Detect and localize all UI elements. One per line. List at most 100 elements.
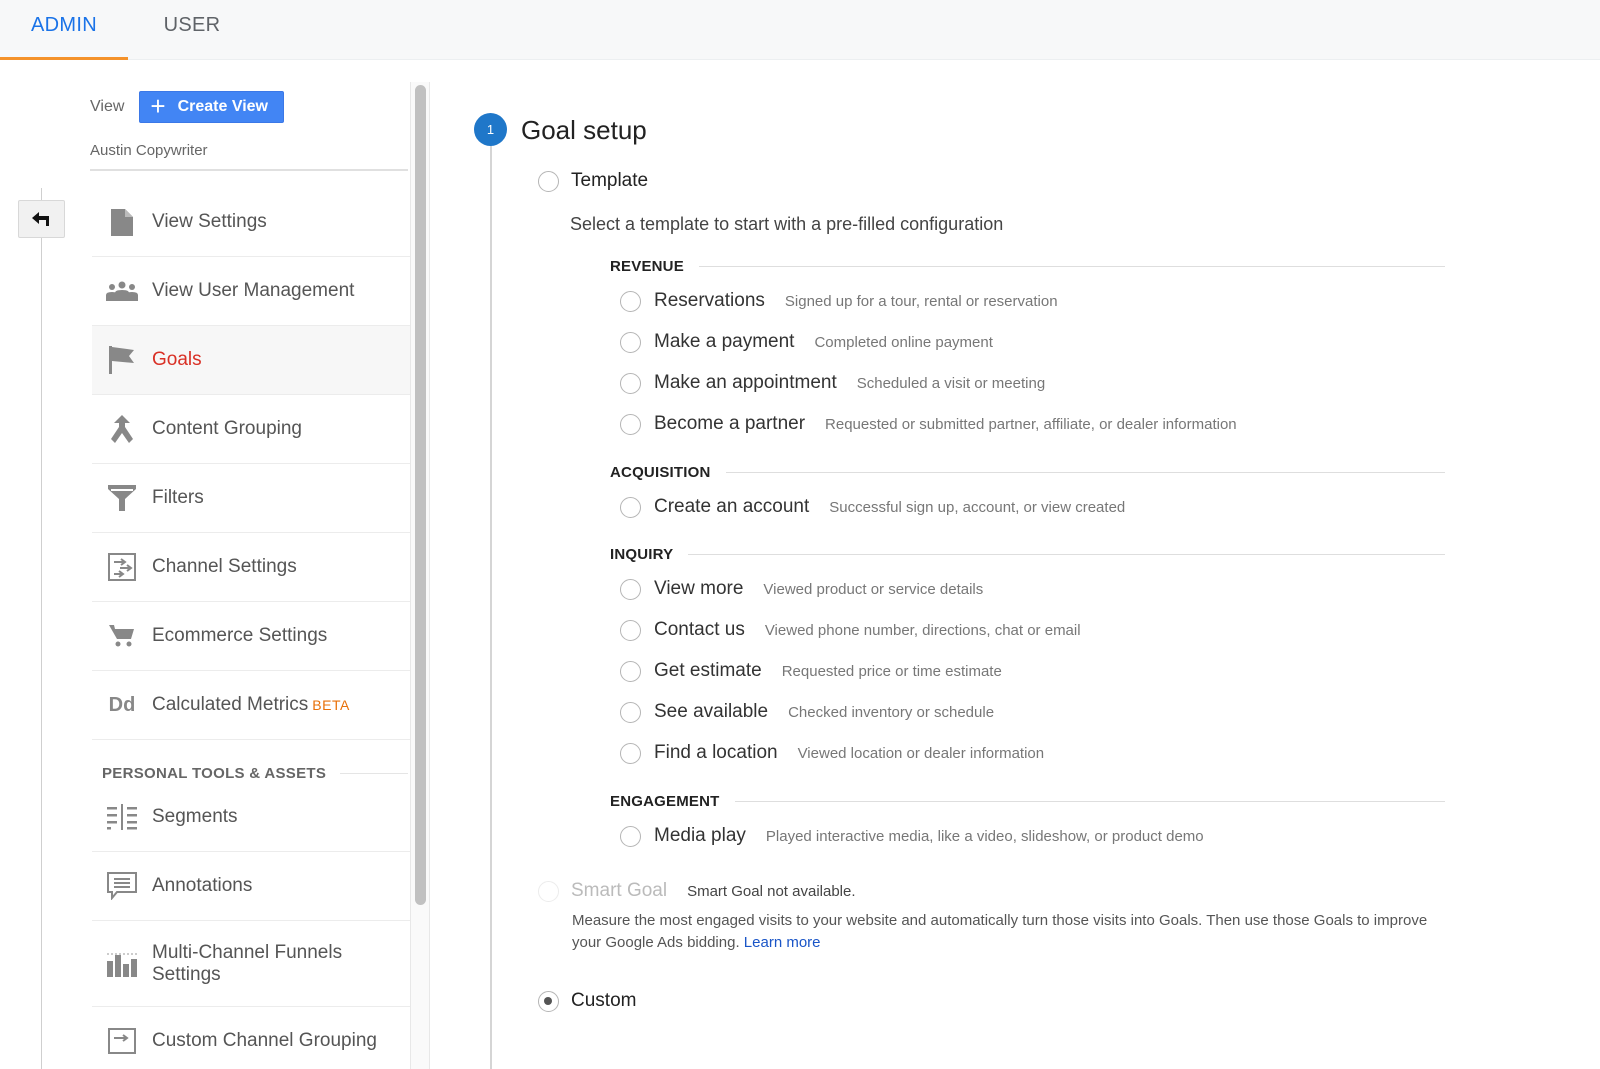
radio[interactable] <box>620 496 641 518</box>
beta-badge: BETA <box>312 697 350 713</box>
template-become-a-partner[interactable]: Become a partner Requested or submitted … <box>620 411 1237 437</box>
smart-goal-description-text: Measure the most engaged visits to your … <box>572 912 1428 951</box>
category-acquisition: ACQUISITION <box>610 464 1445 481</box>
section-title: PERSONAL TOOLS & ASSETS <box>102 765 327 782</box>
template-desc: Requested price or time estimate <box>781 662 1002 680</box>
sidebar-item-segments[interactable]: Segments <box>92 783 410 852</box>
template-make-an-appointment[interactable]: Make an appointment Scheduled a visit or… <box>620 370 1045 396</box>
custom-option[interactable]: Custom <box>538 990 636 1012</box>
personal-tools-heading: PERSONAL TOOLS & ASSETS <box>102 765 408 782</box>
sidebar-item-label: Multi-Channel Funnels Settings <box>152 941 343 985</box>
template-desc: Viewed location or dealer information <box>797 744 1045 762</box>
template-create-an-account[interactable]: Create an account Successful sign up, ac… <box>620 494 1125 520</box>
category-engagement: ENGAGEMENT <box>610 793 1445 810</box>
template-label: Get estimate <box>654 660 762 681</box>
sidebar-item-view-user-management[interactable]: View User Management <box>92 257 410 326</box>
sidebar-item-channel-settings[interactable]: Channel Settings <box>92 533 410 602</box>
sidebar-item-label: Channel Settings <box>152 556 297 577</box>
template-label: Make an appointment <box>654 372 837 393</box>
bar-chart-icon <box>92 951 152 977</box>
template-label: Media play <box>654 825 746 846</box>
dd-icon: Dd <box>108 693 136 716</box>
sidebar-item-label: View Settings <box>152 211 267 232</box>
funnel-icon <box>92 485 152 511</box>
step-number-badge: 1 <box>474 113 507 146</box>
template-desc: Viewed phone number, directions, chat or… <box>764 621 1081 639</box>
sidebar-item-multi-channel-funnels-settings[interactable]: Multi-Channel Funnels Settings <box>92 921 410 1007</box>
radio[interactable] <box>620 660 641 682</box>
sidebar-item-custom-channel-grouping[interactable]: Custom Channel Grouping <box>92 1007 410 1069</box>
template-label: See available <box>654 701 769 722</box>
category-inquiry: INQUIRY <box>610 546 1445 563</box>
learn-more-link[interactable]: Learn more <box>744 934 821 951</box>
template-desc: Played interactive media, like a video, … <box>765 827 1204 845</box>
template-desc: Scheduled a visit or meeting <box>856 374 1046 392</box>
divider <box>90 169 408 171</box>
template-reservations[interactable]: Reservations Signed up for a tour, renta… <box>620 288 1058 314</box>
back-button[interactable] <box>18 200 65 238</box>
sidebar-item-annotations[interactable]: Annotations <box>92 852 410 921</box>
template-see-available[interactable]: See available Checked inventory or sched… <box>620 699 994 725</box>
radio[interactable] <box>620 578 641 600</box>
radio[interactable] <box>620 742 641 764</box>
template-label: Become a partner <box>654 413 806 434</box>
merge-arrows-icon <box>92 415 152 443</box>
radio[interactable] <box>620 701 641 723</box>
category-name: ACQUISITION <box>610 464 711 481</box>
template-contact-us[interactable]: Contact us Viewed phone number, directio… <box>620 617 1081 643</box>
divider <box>340 773 408 774</box>
sidebar-scrollbar[interactable] <box>410 82 430 1069</box>
sidebar-item-filters[interactable]: Filters <box>92 464 410 533</box>
custom-label: Custom <box>571 990 637 1011</box>
sidebar-item-view-settings[interactable]: View Settings <box>92 188 410 257</box>
template-label: Contact us <box>654 619 745 640</box>
category-name: INQUIRY <box>610 546 674 563</box>
navigation-rail <box>41 188 42 1069</box>
divider <box>734 801 1445 802</box>
template-label: Template <box>571 170 649 191</box>
smart-goal-status: Smart Goal not available. <box>687 882 856 900</box>
category-name: REVENUE <box>610 258 684 275</box>
custom-radio[interactable] <box>538 990 559 1012</box>
sidebar-item-content-grouping[interactable]: Content Grouping <box>92 395 410 464</box>
template-get-estimate[interactable]: Get estimate Requested price or time est… <box>620 658 1002 684</box>
template-desc: Requested or submitted partner, affiliat… <box>825 415 1237 433</box>
back-arrow-icon <box>31 212 49 226</box>
template-option[interactable]: Template <box>538 170 648 192</box>
sidebar-item-ecommerce-settings[interactable]: Ecommerce Settings <box>92 602 410 671</box>
channel-grouping-icon <box>92 1028 152 1054</box>
document-icon <box>92 208 152 236</box>
divider <box>725 472 1445 473</box>
scrollbar-thumb[interactable] <box>415 85 426 905</box>
radio[interactable] <box>620 290 641 312</box>
tab-user[interactable]: USER <box>128 0 256 60</box>
tab-admin[interactable]: ADMIN <box>0 0 128 60</box>
sidebar-item-label: Content Grouping <box>152 418 302 439</box>
calculated-metrics-label: Calculated Metrics <box>152 694 309 715</box>
channel-arrows-icon <box>92 553 152 581</box>
sidebar-item-label: Custom Channel Grouping <box>152 1030 377 1051</box>
radio[interactable] <box>620 413 641 435</box>
template-radio[interactable] <box>538 170 559 192</box>
template-media-play[interactable]: Media play Played interactive media, lik… <box>620 823 1204 849</box>
radio[interactable] <box>620 825 641 847</box>
sidebar-item-label: Goals <box>152 349 202 370</box>
smart-goal-description: Measure the most engaged visits to your … <box>572 910 1452 954</box>
step-connector-line <box>490 145 492 1069</box>
sidebar-item-label: View User Management <box>152 280 355 301</box>
sidebar-item-label: Filters <box>152 487 204 508</box>
radio[interactable] <box>620 372 641 394</box>
radio[interactable] <box>620 619 641 641</box>
sidebar-item-label: Ecommerce Settings <box>152 625 328 646</box>
plus-icon: + <box>150 90 166 121</box>
sidebar-item-label: Calculated Metrics BETA <box>152 694 350 716</box>
radio[interactable] <box>620 331 641 353</box>
sidebar-item-calculated-metrics[interactable]: Dd Calculated Metrics BETA <box>92 671 410 740</box>
template-find-a-location[interactable]: Find a location Viewed location or deale… <box>620 740 1044 766</box>
template-desc: Viewed product or service details <box>763 580 984 598</box>
sidebar-item-goals[interactable]: Goals <box>92 326 410 395</box>
create-view-button[interactable]: + Create View <box>139 90 285 123</box>
template-view-more[interactable]: View more Viewed product or service deta… <box>620 576 983 602</box>
divider <box>698 266 1445 267</box>
template-make-a-payment[interactable]: Make a payment Completed online payment <box>620 329 993 355</box>
